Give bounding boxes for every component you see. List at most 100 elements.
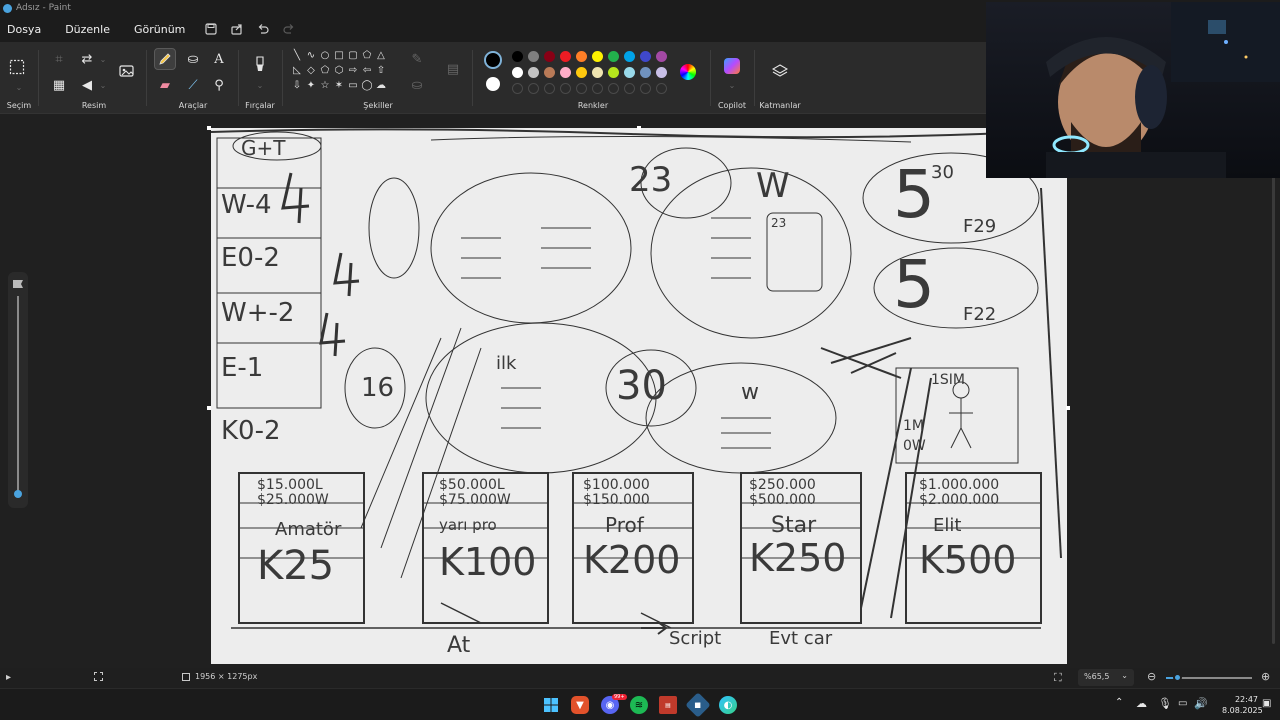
redo-icon[interactable] bbox=[276, 18, 302, 40]
brush-icon[interactable] bbox=[249, 54, 271, 76]
custom-color-slot[interactable] bbox=[560, 83, 571, 94]
star6-shape-icon[interactable]: ✶ bbox=[332, 78, 346, 92]
clock[interactable]: 22:47 8.08.2025 bbox=[1222, 694, 1263, 716]
outline-icon[interactable]: ✎ bbox=[406, 48, 428, 70]
shape-style-icon[interactable]: ▤ bbox=[442, 58, 464, 80]
color-swatch[interactable] bbox=[624, 67, 635, 78]
custom-color-slot[interactable] bbox=[640, 83, 651, 94]
color-swatch[interactable] bbox=[544, 51, 555, 62]
drawing-canvas[interactable]: G+T W-4 E0-2 W+-2 E-1 K0-2 16 23 30 W w … bbox=[211, 128, 1067, 664]
rotate-chevron-icon[interactable]: ⌄ bbox=[92, 74, 114, 96]
fit-to-window-icon[interactable]: ⛶ bbox=[1054, 671, 1062, 685]
microphone-icon[interactable]: 🎙 bbox=[1158, 697, 1172, 710]
menu-view[interactable]: Görünüm bbox=[127, 23, 192, 36]
secondary-color[interactable] bbox=[486, 77, 500, 91]
canvas-resize-handle-right[interactable] bbox=[1066, 406, 1070, 410]
fill-shape-icon[interactable]: ⛀ bbox=[406, 74, 428, 96]
windows-start-icon[interactable] bbox=[542, 696, 560, 714]
brush-chevron-icon[interactable]: ⌄ bbox=[249, 74, 271, 96]
diamond-shape-icon[interactable]: ◇ bbox=[304, 63, 318, 77]
zoom-slider-thumb[interactable] bbox=[1173, 673, 1182, 682]
monitor-icon[interactable]: ▭ bbox=[1178, 698, 1187, 709]
callout-oval-shape-icon[interactable]: ◯ bbox=[360, 78, 374, 92]
arrow-left-shape-icon[interactable]: ⇦ bbox=[360, 63, 374, 77]
text-icon[interactable]: A bbox=[208, 48, 230, 70]
pencil-icon[interactable] bbox=[154, 48, 176, 70]
arrow-up-shape-icon[interactable]: ⇧ bbox=[374, 63, 388, 77]
canvas-resize-handle-top[interactable] bbox=[637, 126, 641, 130]
eraser-icon[interactable]: ▰ bbox=[154, 74, 176, 96]
undo-icon[interactable] bbox=[250, 18, 276, 40]
crop-icon[interactable]: ⌗ bbox=[48, 48, 70, 70]
color-swatch[interactable] bbox=[608, 51, 619, 62]
color-swatch[interactable] bbox=[608, 67, 619, 78]
custom-color-slot[interactable] bbox=[624, 83, 635, 94]
oval-shape-icon[interactable]: ○ bbox=[318, 48, 332, 62]
star5-shape-icon[interactable]: ☆ bbox=[318, 78, 332, 92]
callout-rect-shape-icon[interactable]: ▭ bbox=[346, 78, 360, 92]
speaker-icon[interactable]: 🔊 bbox=[1194, 697, 1208, 710]
brave-browser-icon[interactable]: ▼ bbox=[571, 696, 589, 714]
app-settings-icon[interactable]: ◆ bbox=[685, 692, 711, 718]
magnifier-icon[interactable]: ⚲ bbox=[208, 74, 230, 96]
cloud-icon[interactable]: ☁ bbox=[1136, 697, 1147, 710]
curve-shape-icon[interactable]: ∿ bbox=[304, 48, 318, 62]
arrow-down-shape-icon[interactable]: ⇩ bbox=[290, 78, 304, 92]
custom-color-slot[interactable] bbox=[512, 83, 523, 94]
pentagon-shape-icon[interactable]: ⬠ bbox=[318, 63, 332, 77]
custom-color-slot[interactable] bbox=[592, 83, 603, 94]
rectangle-shape-icon[interactable]: □ bbox=[332, 48, 346, 62]
custom-color-slot[interactable] bbox=[656, 83, 667, 94]
line-shape-icon[interactable]: ╲ bbox=[290, 48, 304, 62]
color-swatch[interactable] bbox=[528, 51, 539, 62]
color-swatch[interactable] bbox=[656, 51, 667, 62]
custom-color-slot[interactable] bbox=[576, 83, 587, 94]
resize-chevron-icon[interactable]: ⌄ bbox=[92, 48, 114, 70]
custom-color-slot[interactable] bbox=[528, 83, 539, 94]
rounded-rect-shape-icon[interactable]: ▢ bbox=[346, 48, 360, 62]
selection-chevron-icon[interactable]: ⌄ bbox=[8, 76, 30, 98]
vertical-slider-track[interactable] bbox=[17, 296, 19, 492]
share-icon[interactable] bbox=[224, 18, 250, 40]
color-swatch[interactable] bbox=[512, 51, 523, 62]
copilot-icon[interactable] bbox=[724, 58, 740, 74]
color-swatch[interactable] bbox=[640, 51, 651, 62]
cloud-shape-icon[interactable]: ☁ bbox=[374, 78, 388, 92]
menu-edit[interactable]: Düzenle bbox=[58, 23, 117, 36]
color-swatch[interactable] bbox=[560, 67, 571, 78]
remove-bg-icon[interactable]: ▦ bbox=[48, 74, 70, 96]
triangle-shape-icon[interactable]: △ bbox=[374, 48, 388, 62]
right-triangle-shape-icon[interactable]: ◺ bbox=[290, 63, 304, 77]
color-swatch[interactable] bbox=[528, 67, 539, 78]
arrow-right-shape-icon[interactable]: ⇨ bbox=[346, 63, 360, 77]
color-swatch[interactable] bbox=[576, 51, 587, 62]
notification-icon[interactable]: ▣ bbox=[1262, 698, 1271, 709]
canvas-resize-handle-left[interactable] bbox=[207, 406, 211, 410]
vertical-scrollbar[interactable] bbox=[1272, 174, 1275, 644]
color-swatch[interactable] bbox=[592, 51, 603, 62]
app-thumbnail-icon[interactable]: ▤ bbox=[659, 696, 677, 714]
polygon-shape-icon[interactable]: ⬠ bbox=[360, 48, 374, 62]
custom-color-slot[interactable] bbox=[544, 83, 555, 94]
canvas-resize-handle-corner[interactable] bbox=[207, 126, 211, 130]
hexagon-shape-icon[interactable]: ⬡ bbox=[332, 63, 346, 77]
image-select-icon[interactable] bbox=[116, 60, 138, 82]
custom-color-slot[interactable] bbox=[608, 83, 619, 94]
color-swatch[interactable] bbox=[624, 51, 635, 62]
zoom-level-select[interactable]: %65,5 ⌄ bbox=[1078, 669, 1134, 686]
color-swatch[interactable] bbox=[656, 67, 667, 78]
selection-icon[interactable] bbox=[6, 56, 28, 78]
spotify-icon[interactable]: ≋ bbox=[630, 696, 648, 714]
color-swatch[interactable] bbox=[544, 67, 555, 78]
copilot-chevron-icon[interactable]: ⌄ bbox=[721, 74, 743, 96]
color-swatch[interactable] bbox=[592, 67, 603, 78]
color-swatch[interactable] bbox=[512, 67, 523, 78]
color-swatch[interactable] bbox=[560, 51, 571, 62]
star4-shape-icon[interactable]: ✦ bbox=[304, 78, 318, 92]
zoom-in-icon[interactable]: ⊕ bbox=[1261, 670, 1270, 683]
color-picker-icon[interactable]: ⟋ bbox=[182, 74, 204, 96]
color-swatch[interactable] bbox=[576, 67, 587, 78]
menu-file[interactable]: Dosya bbox=[0, 23, 48, 36]
layers-icon[interactable] bbox=[769, 60, 791, 82]
primary-color[interactable] bbox=[484, 51, 502, 69]
